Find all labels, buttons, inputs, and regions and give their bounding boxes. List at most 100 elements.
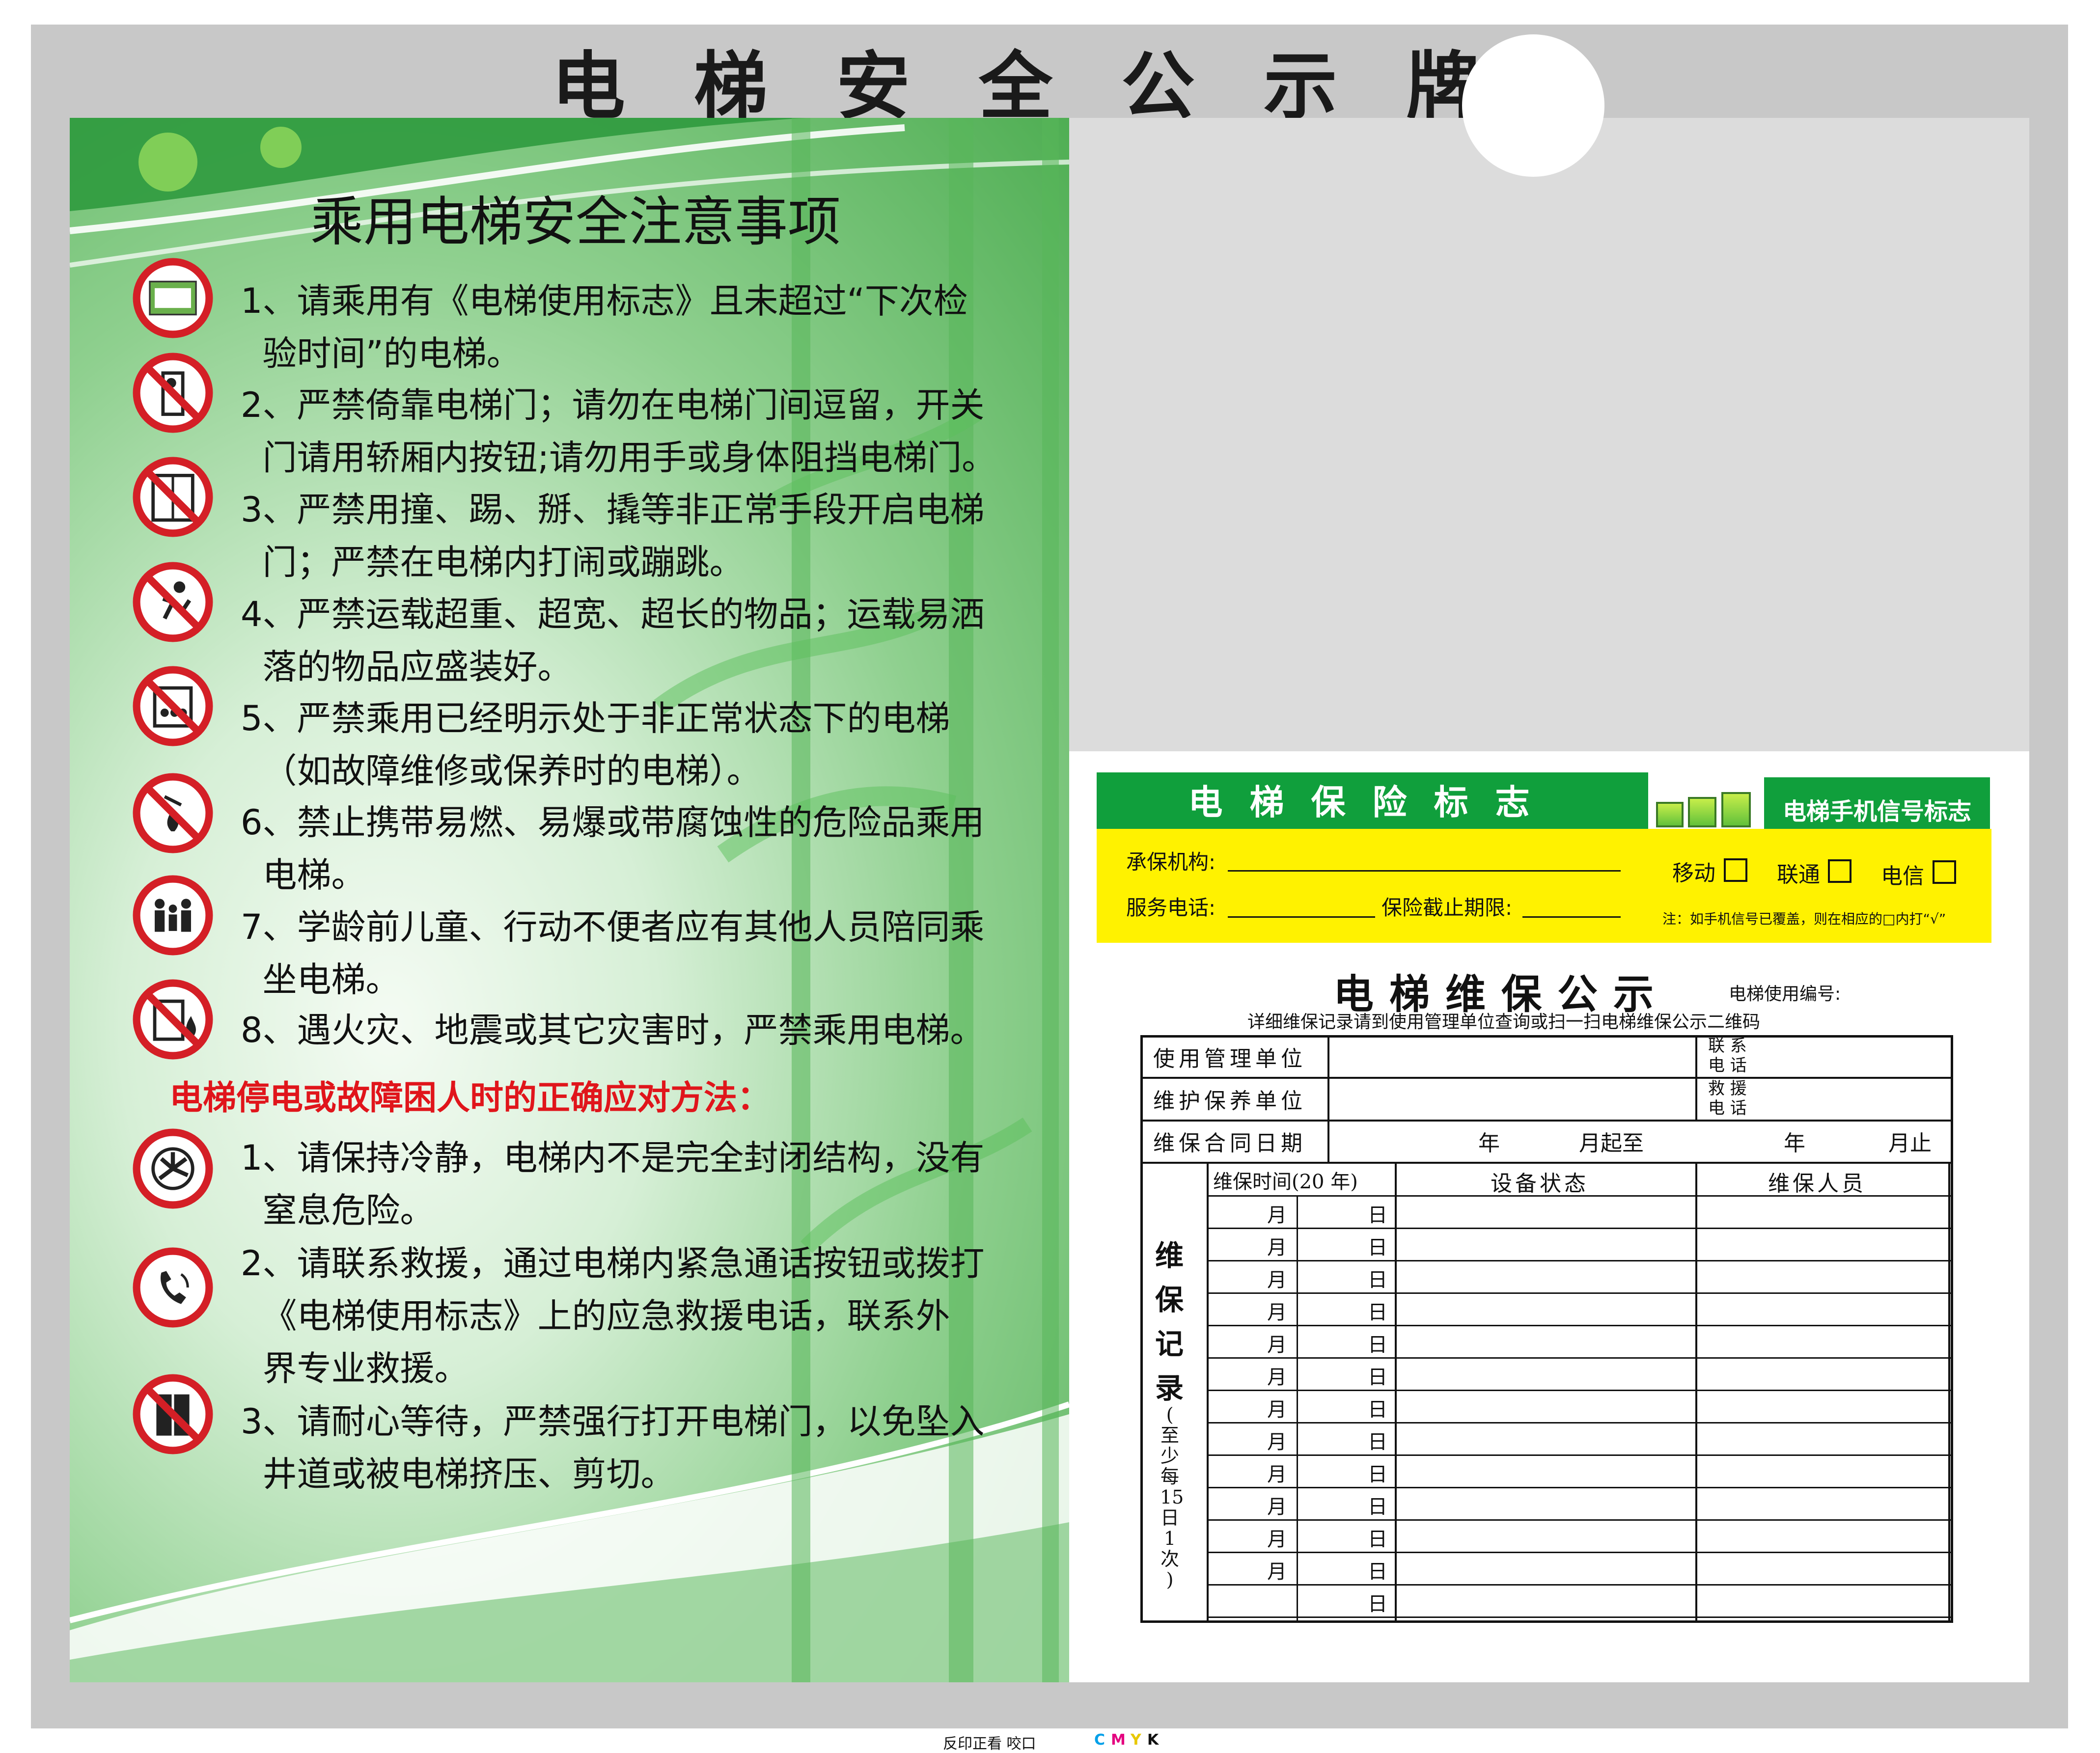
rule-line: 遇火灾、地震或其它灾害时，严禁乘用电梯。	[297, 1010, 985, 1050]
rule-number: 7、	[241, 907, 297, 947]
record-day-cell: 日	[1368, 1431, 1387, 1453]
table-border	[1140, 1035, 1953, 1038]
no-leaning-door-icon	[133, 353, 213, 433]
hanger-notch	[1462, 34, 1604, 177]
rule-line: 严禁倚靠电梯门；请勿在电梯门间逗留，开关	[297, 385, 985, 425]
rule-line: 严禁乘用已经明示处于非正常状态下的电梯	[297, 698, 950, 739]
record-month-cell: 月	[1267, 1269, 1287, 1291]
record-month-cell: 月	[1267, 1366, 1287, 1389]
rescue-line-1: 救 援	[1708, 1079, 1747, 1098]
carrier-telecom-label: 电信	[1881, 864, 1924, 889]
no-jumping-icon	[133, 562, 213, 642]
rule-number: 3、	[241, 1401, 297, 1442]
record-day-cell: 日	[1368, 1334, 1387, 1356]
cmyk-k: K	[1147, 1731, 1159, 1749]
record-note-char: 15	[1160, 1486, 1184, 1508]
emergency-heading: 电梯停电或故障困人时的正确应对方法：	[169, 1079, 771, 1118]
record-month-cell: 月	[1267, 1301, 1287, 1324]
no-forcing-door-icon	[133, 457, 213, 537]
rule-1: 1、请乘用有《电梯使用标志》且未超过“下次检 验时间”的电梯。	[241, 275, 968, 380]
rule-line: 验时间”的电梯。	[262, 333, 521, 374]
carrier-unicom-checkbox[interactable]	[1828, 859, 1851, 883]
table-rule	[1140, 1077, 1953, 1079]
rule-line: 严禁用撞、踢、掰、撬等非正常手段开启电梯	[297, 490, 985, 530]
no-overload-icon	[133, 666, 213, 746]
rule-line: 坐电梯。	[262, 959, 400, 1000]
carrier-mobile-label: 移动	[1672, 861, 1715, 886]
rule-8: 8、遇火灾、地震或其它灾害时，严禁乘用电梯。	[241, 1004, 985, 1057]
rule-3: 3、严禁用撞、踢、掰、撬等非正常手段开启电梯 门；严禁在电梯内打闹或蹦跳。	[241, 484, 985, 589]
table-rule	[1297, 1195, 1298, 1623]
rule-6: 6、禁止携带易燃、易爆或带腐蚀性的危险品乘用 电梯。	[241, 796, 985, 902]
fan-ventilation-icon	[133, 1128, 213, 1209]
record-label-char: 录	[1155, 1371, 1184, 1405]
table-border	[1140, 1035, 1143, 1623]
emergency-step-1: 1、请保持冷静，电梯内不是完全封闭结构，没有 窒息危险。	[241, 1132, 985, 1237]
carrier-mobile-checkbox[interactable]	[1724, 858, 1747, 882]
rule-number: 8、	[241, 1010, 297, 1050]
table-rule	[1207, 1616, 1951, 1618]
phone-field	[1228, 916, 1375, 918]
record-day-cell: 日	[1368, 1593, 1387, 1616]
maintainer-label: 维护保养单位	[1153, 1089, 1306, 1114]
rule-line: 窒息危险。	[262, 1190, 435, 1231]
emergency-step-2: 2、请联系救援，通过电梯内紧急通话按钮或拨打 《电梯使用标志》上的应急救援电话，…	[241, 1237, 985, 1395]
rule-5: 5、严禁乘用已经明示处于非正常状态下的电梯 （如故障维修或保养时的电梯）。	[241, 692, 950, 797]
record-note-char: 次	[1160, 1548, 1179, 1570]
record-day-cell: 日	[1368, 1236, 1387, 1259]
table-rule	[1207, 1325, 1951, 1326]
rule-line: 门；严禁在电梯内打闹或蹦跳。	[262, 542, 744, 582]
table-rule	[1207, 1292, 1951, 1294]
record-note-char: 日	[1160, 1507, 1179, 1529]
print-note: 反印正看 咬口	[943, 1735, 1036, 1753]
rule-number: 1、	[241, 281, 297, 321]
rule-number: 1、	[241, 1138, 297, 1178]
record-note-char: 每	[1160, 1466, 1179, 1487]
rule-number: 5、	[241, 698, 297, 739]
table-rule	[1207, 1519, 1951, 1521]
emergency-step-3: 3、请耐心等待，严禁强行打开电梯门，以免坠入 井道或被电梯挤压、剪切。	[241, 1396, 985, 1501]
record-note-char: 少	[1160, 1445, 1179, 1467]
table-rule	[1207, 1260, 1951, 1261]
rule-number: 3、	[241, 490, 297, 530]
rule-7: 7、学龄前儿童、行动不便者应有其他人员陪同乘 坐电梯。	[241, 901, 985, 1006]
table-rule	[1695, 1035, 1697, 1122]
rule-line: 界专业救援。	[262, 1348, 469, 1389]
record-date-header: 维保时间(20 年)	[1213, 1171, 1358, 1193]
table-rule	[1207, 1422, 1951, 1424]
do-not-force-door-icon	[133, 1374, 213, 1454]
contract-month-start: 月起至	[1579, 1131, 1644, 1156]
instructions-title: 乘用电梯安全注意事项	[310, 192, 841, 253]
expiry-label: 保险截止期限:	[1382, 896, 1513, 920]
rescue-phone-label: 救 援电 话	[1708, 1079, 1747, 1118]
carrier-unicom-label: 联通	[1777, 862, 1820, 887]
rule-line: 《电梯使用标志》上的应急救援电话，联系外	[262, 1296, 950, 1336]
rule-line: 请乘用有《电梯使用标志》且未超过“下次检	[297, 281, 968, 321]
photo-placeholder	[1069, 34, 2029, 751]
rule-2: 2、严禁倚靠电梯门；请勿在电梯门间逗留，开关 门请用轿厢内按钮;请勿用手或身体阻…	[241, 379, 996, 484]
record-day-cell: 日	[1368, 1301, 1387, 1324]
rule-line: 请保持冷静，电梯内不是完全封闭结构，没有	[297, 1138, 985, 1178]
record-month-cell: 月	[1267, 1528, 1287, 1551]
record-day-cell: 日	[1368, 1398, 1387, 1421]
rule-4: 4、严禁运载超重、超宽、超长的物品；运载易洒 落的物品应盛装好。	[241, 588, 985, 693]
carrier-telecom-checkbox[interactable]	[1933, 860, 1956, 884]
record-day-cell: 日	[1368, 1204, 1387, 1227]
rule-line: 井道或被电梯挤压、剪切。	[262, 1454, 675, 1494]
rule-line: 门请用轿厢内按钮;请勿用手或身体阻挡电梯门。	[262, 438, 996, 478]
rule-number: 2、	[241, 385, 297, 425]
insurer-label: 承保机构:	[1126, 850, 1216, 874]
phone-label: 服务电话:	[1126, 896, 1216, 920]
signal-bar-icon	[1656, 802, 1684, 827]
table-rule	[1207, 1584, 1951, 1586]
record-staff-header: 维保人员	[1768, 1171, 1866, 1196]
table-rule	[1327, 1035, 1329, 1164]
rule-line: 严禁运载超重、超宽、超长的物品；运载易洒	[297, 594, 985, 634]
table-rule	[1207, 1454, 1951, 1456]
rule-number: 4、	[241, 594, 297, 634]
rule-line: 落的物品应盛装好。	[262, 647, 572, 687]
rule-line: 学龄前儿童、行动不便者应有其他人员陪同乘	[297, 907, 985, 947]
table-rule	[1207, 1357, 1951, 1359]
no-use-in-fire-icon	[133, 979, 213, 1060]
contract-year-end: 年	[1784, 1131, 1805, 1156]
